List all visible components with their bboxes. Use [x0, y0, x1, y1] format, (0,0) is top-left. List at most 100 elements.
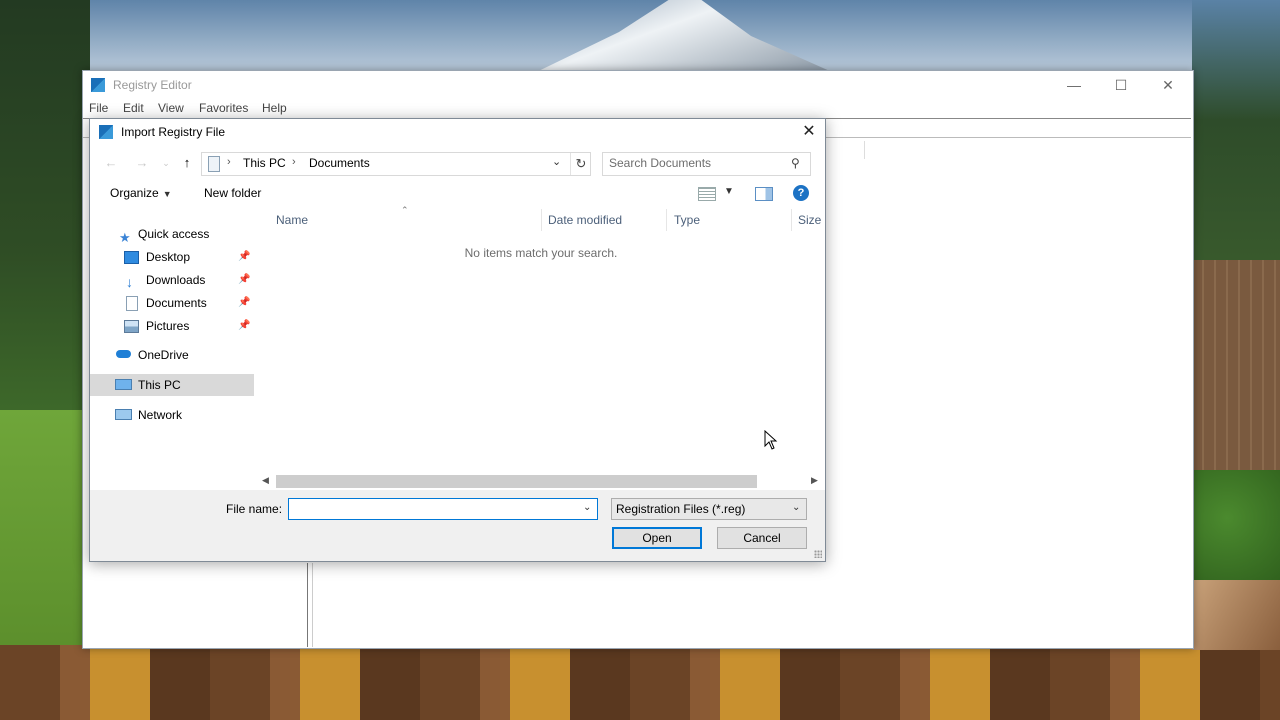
menu-file[interactable]: File — [89, 101, 108, 115]
nav-network[interactable]: Network — [90, 404, 254, 426]
nav-label: Network — [138, 408, 183, 422]
nav-label: Documents — [146, 296, 207, 310]
navigation-pane: ★ Quick access Desktop 📌 ↓ Downloads 📌 D… — [90, 215, 254, 489]
recent-locations-chevron-icon[interactable]: ⌄ — [157, 154, 175, 172]
search-icon[interactable]: ⚲ — [791, 156, 800, 170]
nav-label: Pictures — [146, 319, 190, 333]
file-type-select[interactable]: Registration Files (*.reg) ⌄ — [611, 498, 807, 520]
scroll-right-icon[interactable]: ▶ — [811, 475, 818, 486]
this-pc-icon — [208, 156, 220, 172]
registry-menubar: File Edit View Favorites Help — [83, 99, 1193, 119]
column-size[interactable]: Size — [798, 207, 821, 233]
close-window-button[interactable]: ✕ — [1145, 73, 1191, 97]
cloud-icon — [116, 350, 131, 358]
registry-editor-title: Registry Editor — [113, 78, 192, 92]
breadcrumb-documents[interactable]: Documents — [309, 156, 370, 170]
nav-this-pc[interactable]: This PC — [90, 374, 254, 396]
breadcrumb-separator-icon[interactable]: › — [227, 156, 231, 168]
registry-editor-titlebar[interactable]: Registry Editor — ☐ ✕ — [83, 71, 1193, 99]
scrollbar-thumb[interactable] — [276, 475, 757, 488]
empty-folder-message: No items match your search. — [464, 246, 618, 260]
desktop-logs — [0, 645, 1280, 720]
sort-ascending-icon: ⌃ — [401, 205, 409, 215]
registry-icon — [91, 78, 105, 92]
up-arrow-icon[interactable]: ↑ — [178, 154, 196, 172]
nav-onedrive[interactable]: OneDrive — [90, 344, 254, 366]
open-button[interactable]: Open — [612, 527, 702, 549]
cancel-button[interactable]: Cancel — [717, 527, 807, 549]
resize-grip[interactable] — [814, 550, 822, 558]
desktop-bush — [1192, 470, 1280, 590]
address-bar[interactable]: › This PC › Documents ⌄ ↻ — [201, 152, 591, 176]
nav-label: OneDrive — [138, 348, 189, 362]
desktop-forest — [0, 0, 90, 420]
nav-pictures[interactable]: Pictures 📌 — [90, 315, 254, 337]
desktop-icon — [124, 251, 139, 264]
nav-quick-access[interactable]: ★ Quick access — [90, 223, 254, 245]
pin-icon[interactable]: 📌 — [238, 315, 250, 337]
back-arrow-icon[interactable]: ← — [102, 154, 120, 172]
minimize-button[interactable]: — — [1051, 73, 1097, 97]
help-icon[interactable]: ? — [793, 185, 809, 201]
breadcrumb-separator-icon[interactable]: › — [292, 156, 296, 168]
pin-icon[interactable]: 📌 — [238, 292, 250, 314]
chevron-down-icon[interactable]: ⌄ — [792, 502, 800, 513]
horizontal-scrollbar[interactable]: ◀ ▶ — [258, 473, 825, 490]
menu-favorites[interactable]: Favorites — [199, 101, 248, 115]
chevron-down-icon[interactable]: ⌄ — [583, 502, 591, 513]
column-divider[interactable] — [666, 209, 667, 231]
file-type-value: Registration Files (*.reg) — [616, 502, 746, 516]
registry-pane-splitter[interactable] — [307, 563, 313, 647]
organize-label: Organize — [110, 186, 159, 200]
star-icon: ★ — [119, 230, 131, 245]
change-view-icon[interactable] — [698, 187, 716, 201]
nav-desktop[interactable]: Desktop 📌 — [90, 246, 254, 268]
caret-down-icon: ▼ — [162, 189, 172, 199]
download-arrow-icon: ↓ — [126, 274, 133, 290]
maximize-button[interactable]: ☐ — [1098, 73, 1144, 97]
column-name[interactable]: Name — [276, 207, 308, 233]
pin-icon[interactable]: 📌 — [238, 246, 250, 268]
import-registry-dialog: Import Registry File ✕ ← → ⌄ ↑ › This PC… — [89, 118, 826, 562]
scroll-left-icon[interactable]: ◀ — [262, 475, 269, 486]
file-name-combobox[interactable]: ⌄ — [288, 498, 598, 520]
nav-label: Desktop — [146, 250, 191, 264]
menu-view[interactable]: View — [158, 101, 184, 115]
dialog-titlebar[interactable]: Import Registry File ✕ — [90, 119, 825, 145]
new-folder-button[interactable]: New folder — [204, 186, 261, 200]
column-type[interactable]: Type — [674, 207, 700, 233]
address-dropdown-chevron-icon[interactable]: ⌄ — [552, 155, 561, 168]
menu-edit[interactable]: Edit — [123, 101, 144, 115]
refresh-icon[interactable]: ↻ — [570, 153, 591, 175]
pin-icon[interactable]: 📌 — [238, 269, 250, 291]
desktop-logs-right — [1192, 580, 1280, 650]
search-box[interactable]: ⚲ — [602, 152, 811, 176]
nav-label: Quick access — [138, 227, 210, 241]
nav-downloads[interactable]: ↓ Downloads 📌 — [90, 269, 254, 291]
preview-pane-icon[interactable] — [755, 187, 773, 201]
desktop-grass — [0, 410, 90, 650]
desktop-forest-right — [1192, 0, 1280, 300]
nav-label: This PC — [138, 378, 181, 392]
column-divider[interactable] — [791, 209, 792, 231]
file-name-input[interactable] — [292, 501, 572, 517]
menu-help[interactable]: Help — [262, 101, 287, 115]
forward-arrow-icon[interactable]: → — [133, 154, 151, 172]
dialog-toolbar: Organize ▼ New folder ▼ ? — [90, 179, 825, 207]
document-icon — [126, 296, 138, 311]
dialog-close-button[interactable]: ✕ — [794, 121, 824, 143]
organize-button[interactable]: Organize ▼ — [110, 186, 172, 200]
breadcrumb-this-pc[interactable]: This PC — [243, 156, 286, 170]
column-date-modified[interactable]: Date modified — [548, 207, 622, 233]
computer-icon — [115, 379, 132, 390]
search-input[interactable] — [609, 155, 784, 171]
registry-column-divider — [864, 141, 865, 159]
view-options-dropdown-icon[interactable]: ▼ — [724, 186, 734, 197]
network-icon — [115, 409, 132, 420]
column-divider[interactable] — [541, 209, 542, 231]
nav-documents[interactable]: Documents 📌 — [90, 292, 254, 314]
registry-icon — [99, 125, 113, 139]
file-name-label: File name: — [226, 502, 283, 516]
nav-label: Downloads — [146, 273, 206, 287]
dialog-title: Import Registry File — [121, 125, 226, 139]
